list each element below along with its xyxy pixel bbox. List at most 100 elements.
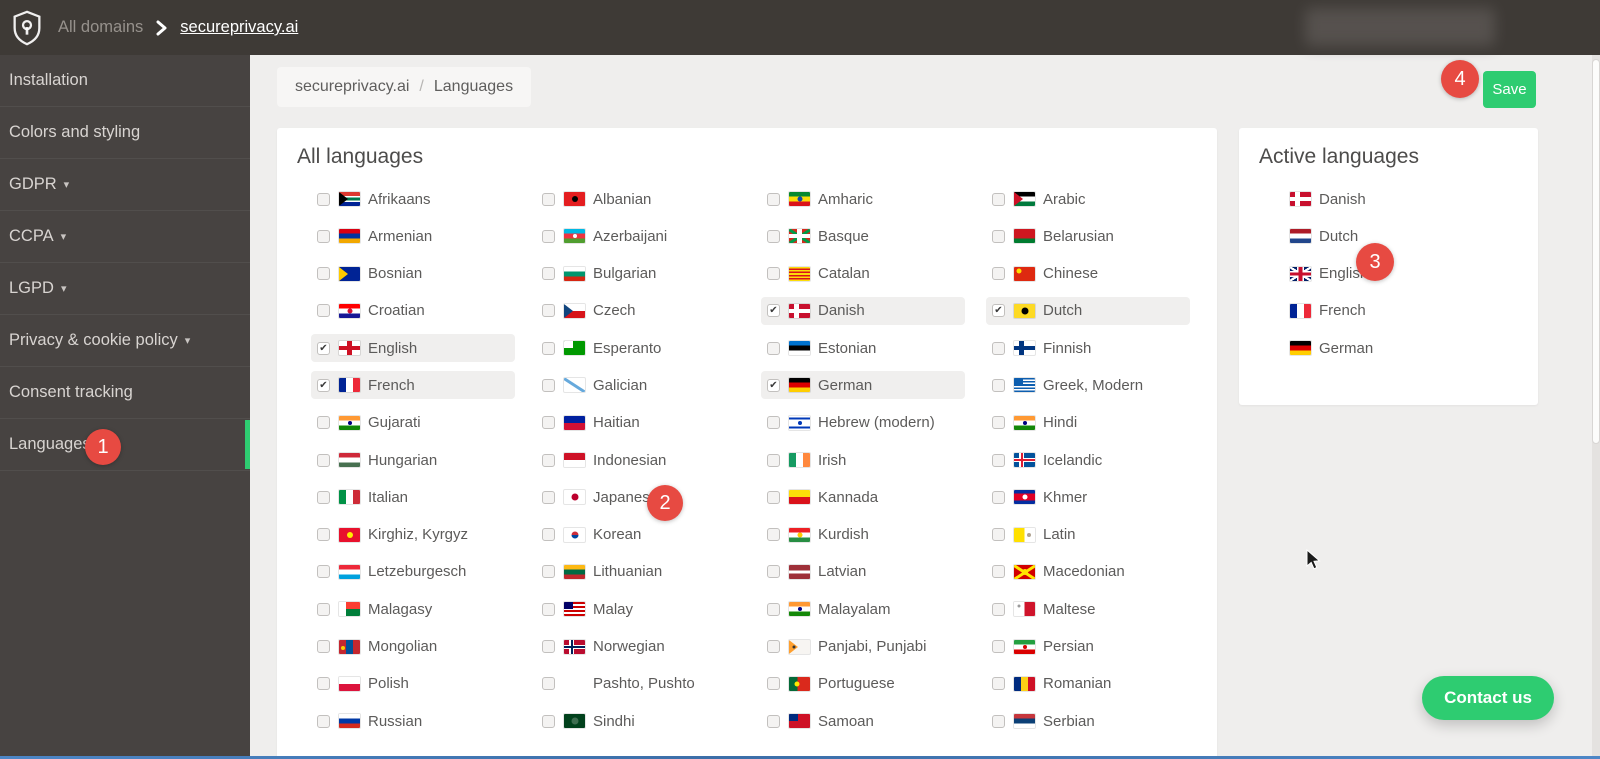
breadcrumb-all-domains[interactable]: All domains — [58, 18, 143, 37]
language-checkbox[interactable] — [542, 304, 555, 318]
language-checkbox[interactable] — [767, 453, 780, 467]
language-checkbox[interactable] — [767, 602, 780, 616]
language-row[interactable]: Romanian — [986, 670, 1190, 698]
language-checkbox[interactable] — [542, 490, 555, 504]
language-checkbox[interactable] — [542, 192, 555, 206]
language-row[interactable]: Latvian — [761, 558, 965, 586]
language-checkbox[interactable] — [542, 565, 555, 579]
breadcrumb-domain[interactable]: secureprivacy.ai — [295, 78, 409, 96]
language-checkbox[interactable] — [767, 416, 780, 430]
language-row[interactable]: Amharic — [761, 185, 965, 213]
language-row[interactable]: Maltese — [986, 595, 1190, 623]
language-row[interactable]: Persian — [986, 633, 1190, 661]
language-row[interactable]: ✔ Dutch — [986, 296, 1190, 325]
language-row[interactable]: Polish — [311, 670, 515, 698]
sidebar-item-consent-tracking[interactable]: Consent tracking — [0, 367, 250, 419]
language-row[interactable]: Serbian — [986, 707, 1190, 735]
language-row[interactable]: Khmer — [986, 483, 1190, 511]
language-row[interactable]: Greek, Modern — [986, 371, 1190, 399]
language-checkbox[interactable] — [992, 565, 1005, 579]
language-checkbox[interactable] — [992, 267, 1005, 281]
language-checkbox[interactable] — [767, 528, 780, 542]
language-checkbox[interactable] — [767, 490, 780, 504]
sidebar-item-colors-and-styling[interactable]: Colors and styling — [0, 107, 250, 159]
language-row[interactable]: Pashto, Pushto — [536, 670, 740, 698]
language-row[interactable]: Portuguese — [761, 670, 965, 698]
language-checkbox[interactable] — [992, 602, 1005, 616]
language-row[interactable]: Indonesian — [536, 446, 740, 474]
language-row[interactable]: Kannada — [761, 483, 965, 511]
language-row[interactable]: Malay — [536, 595, 740, 623]
language-row[interactable]: Finnish — [986, 334, 1190, 362]
language-checkbox[interactable] — [542, 416, 555, 430]
language-checkbox[interactable] — [542, 378, 555, 392]
language-row[interactable]: ✔ German — [761, 371, 965, 400]
language-checkbox[interactable] — [317, 267, 330, 281]
language-checkbox[interactable] — [992, 453, 1005, 467]
language-checkbox[interactable]: ✔ — [767, 378, 780, 392]
language-row[interactable]: Bulgarian — [536, 260, 740, 288]
scrollbar-track[interactable] — [1592, 55, 1600, 759]
language-row[interactable]: Kurdish — [761, 521, 965, 549]
language-checkbox[interactable] — [992, 490, 1005, 504]
language-checkbox[interactable] — [992, 416, 1005, 430]
save-button[interactable]: Save — [1483, 71, 1536, 108]
language-checkbox[interactable] — [542, 528, 555, 542]
language-row[interactable]: Belarusian — [986, 222, 1190, 250]
shield-lock-logo-icon[interactable] — [8, 9, 46, 47]
language-row[interactable]: Esperanto — [536, 334, 740, 362]
language-row[interactable]: Armenian — [311, 222, 515, 250]
language-checkbox[interactable] — [767, 192, 780, 206]
language-row[interactable]: Lithuanian — [536, 558, 740, 586]
sidebar-item-ccpa[interactable]: CCPA ▾ — [0, 211, 250, 263]
language-row[interactable]: ✔ French — [311, 371, 515, 400]
sidebar-item-installation[interactable]: Installation — [0, 55, 250, 107]
language-row[interactable]: Panjabi, Punjabi — [761, 633, 965, 661]
language-checkbox[interactable] — [317, 640, 330, 654]
breadcrumb-page[interactable]: Languages — [434, 78, 513, 96]
language-row[interactable]: Mongolian — [311, 633, 515, 661]
language-row[interactable]: Malagasy — [311, 595, 515, 623]
language-row[interactable]: Hebrew (modern) — [761, 409, 965, 437]
contact-us-button[interactable]: Contact us — [1422, 676, 1554, 720]
sidebar-item-languages[interactable]: Languages — [0, 419, 250, 471]
language-checkbox[interactable] — [767, 640, 780, 654]
language-row[interactable]: Norwegian — [536, 633, 740, 661]
language-checkbox[interactable] — [542, 453, 555, 467]
language-row[interactable]: Gujarati — [311, 409, 515, 437]
language-checkbox[interactable] — [317, 528, 330, 542]
language-checkbox[interactable]: ✔ — [767, 304, 780, 318]
language-row[interactable]: Irish — [761, 446, 965, 474]
language-row[interactable]: Croatian — [311, 297, 515, 325]
breadcrumb-current-domain[interactable]: secureprivacy.ai — [180, 18, 298, 37]
language-checkbox[interactable] — [992, 640, 1005, 654]
language-checkbox[interactable] — [317, 714, 330, 728]
language-row[interactable]: ✔ English — [311, 334, 515, 363]
sidebar-item-lgpd[interactable]: LGPD ▾ — [0, 263, 250, 315]
language-row[interactable]: ✔ Danish — [761, 296, 965, 325]
language-row[interactable]: Czech — [536, 297, 740, 325]
language-row[interactable]: Sindhi — [536, 707, 740, 735]
language-checkbox[interactable] — [767, 341, 780, 355]
language-checkbox[interactable] — [767, 565, 780, 579]
language-row[interactable]: Letzeburgesch — [311, 558, 515, 586]
language-row[interactable]: Arabic — [986, 185, 1190, 213]
language-checkbox[interactable] — [317, 490, 330, 504]
language-checkbox[interactable] — [317, 304, 330, 318]
language-row[interactable]: Azerbaijani — [536, 222, 740, 250]
language-row[interactable]: Icelandic — [986, 446, 1190, 474]
language-checkbox[interactable] — [317, 565, 330, 579]
language-checkbox[interactable] — [767, 267, 780, 281]
language-row[interactable]: Russian — [311, 707, 515, 735]
language-checkbox[interactable] — [317, 602, 330, 616]
language-checkbox[interactable] — [992, 528, 1005, 542]
language-checkbox[interactable]: ✔ — [317, 341, 330, 355]
language-row[interactable]: Estonian — [761, 334, 965, 362]
language-row[interactable]: Albanian — [536, 185, 740, 213]
language-checkbox[interactable] — [767, 229, 780, 243]
language-checkbox[interactable] — [992, 192, 1005, 206]
language-checkbox[interactable] — [542, 229, 555, 243]
language-row[interactable]: Japanese — [536, 483, 740, 511]
language-row[interactable]: Macedonian — [986, 558, 1190, 586]
language-row[interactable]: Korean — [536, 521, 740, 549]
